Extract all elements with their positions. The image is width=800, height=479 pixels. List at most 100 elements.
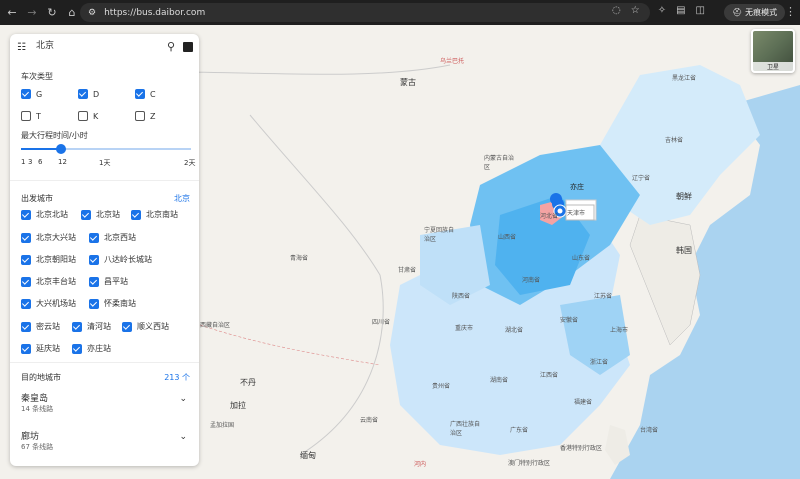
station-checkbox[interactable]: 顺义西站 bbox=[122, 321, 169, 332]
incognito-icon: ⛑ bbox=[732, 8, 743, 17]
chevron-down-icon[interactable]: ⌄ bbox=[179, 432, 187, 442]
station-checkbox[interactable]: 清河站 bbox=[72, 321, 111, 332]
eye-off-icon[interactable]: ◌ bbox=[612, 5, 621, 16]
search-icon[interactable]: ⚲ bbox=[167, 40, 175, 53]
station-label: 北京大兴站 bbox=[36, 233, 76, 242]
map-label: 四川省 bbox=[372, 319, 391, 326]
station-label: 北京站 bbox=[96, 210, 120, 219]
site-info-icon[interactable]: ⚙ bbox=[88, 8, 96, 18]
tick: 3 bbox=[28, 158, 33, 166]
station-label: 北京西站 bbox=[104, 233, 136, 242]
station-checkbox[interactable]: 亦庄站 bbox=[72, 343, 111, 354]
map-label: 江苏省 bbox=[594, 293, 613, 300]
station-label: 亦庄站 bbox=[87, 344, 111, 353]
train-type-title: 车次类型 bbox=[21, 72, 53, 81]
station-checkbox[interactable]: 怀柔南站 bbox=[89, 298, 136, 309]
station-checkbox[interactable]: 北京丰台站 bbox=[21, 276, 76, 287]
station-checkbox[interactable]: 大兴机场站 bbox=[21, 298, 76, 309]
popup-label[interactable]: 亦庄 bbox=[570, 182, 584, 192]
checkbox-z[interactable]: Z bbox=[135, 111, 155, 121]
star-icon[interactable]: ☆ bbox=[631, 5, 640, 16]
menu-icon[interactable]: ⋮ bbox=[785, 5, 796, 18]
station-label: 昌平站 bbox=[104, 277, 128, 286]
station-checkbox[interactable]: 北京西站 bbox=[89, 232, 136, 243]
checkbox-checked-icon bbox=[81, 209, 91, 220]
map-label: 河北省 bbox=[540, 213, 559, 220]
dice-icon[interactable] bbox=[183, 42, 193, 52]
forward-icon[interactable]: → bbox=[24, 6, 40, 19]
checkbox-t[interactable]: T bbox=[21, 111, 41, 121]
station-checkbox[interactable]: 北京南站 bbox=[131, 209, 178, 220]
checkbox-k[interactable]: K bbox=[78, 111, 98, 121]
map-label: 缅甸 bbox=[300, 451, 316, 460]
map-label: 福建省 bbox=[574, 399, 593, 406]
station-label: 北京北站 bbox=[36, 210, 68, 219]
map-label: 河南省 bbox=[522, 277, 541, 284]
reading-list-icon[interactable]: ▤ bbox=[676, 5, 685, 16]
address-bar[interactable]: ⚙ https://bus.daibor.com bbox=[80, 3, 650, 22]
map-label: 湖南省 bbox=[490, 377, 509, 384]
map-label: 河内 bbox=[414, 461, 427, 468]
departure-city-link[interactable]: 北京 bbox=[174, 193, 190, 204]
station-label: 八达岭长城站 bbox=[104, 255, 152, 264]
checkbox-checked-icon bbox=[89, 232, 99, 243]
checkbox-checked-icon bbox=[21, 343, 31, 354]
map-label: 云南省 bbox=[360, 417, 379, 424]
checkbox-g[interactable]: G bbox=[21, 89, 42, 99]
tick: 1天 bbox=[99, 159, 111, 167]
back-icon[interactable]: ← bbox=[4, 6, 20, 19]
map-label: 山西省 bbox=[498, 234, 517, 241]
url-text: https://bus.daibor.com bbox=[104, 7, 206, 18]
map-label: 广西壮族自治区 bbox=[450, 421, 481, 437]
checkbox-d[interactable]: D bbox=[78, 89, 99, 99]
checkbox-checked-icon bbox=[131, 209, 141, 220]
destination-title: 目的地城市 bbox=[21, 373, 61, 382]
satellite-toggle[interactable]: 卫星 bbox=[751, 29, 795, 73]
map-label: 浙江省 bbox=[590, 359, 609, 366]
map-label: 天津市 bbox=[567, 210, 586, 217]
map-label: 加拉 bbox=[230, 401, 246, 410]
time-slider[interactable] bbox=[21, 144, 191, 154]
station-checkbox[interactable]: 八达岭长城站 bbox=[89, 254, 152, 265]
slider-handle[interactable] bbox=[56, 144, 66, 154]
destination-name: 廊坊 bbox=[21, 432, 40, 442]
station-label: 北京南站 bbox=[146, 210, 178, 219]
checkbox-checked-icon bbox=[89, 254, 99, 265]
map-label: 黑龙江省 bbox=[672, 75, 697, 82]
station-checkbox[interactable]: 北京朝阳站 bbox=[21, 254, 76, 265]
station-checkbox[interactable]: 昌平站 bbox=[89, 276, 128, 287]
side-panel-icon[interactable]: ◫ bbox=[696, 5, 705, 16]
checkbox-checked-icon bbox=[21, 298, 31, 309]
station-label: 大兴机场站 bbox=[36, 299, 76, 308]
checkbox-checked-icon bbox=[21, 254, 31, 265]
reload-icon[interactable]: ↻ bbox=[44, 6, 60, 19]
map-label: 重庆市 bbox=[455, 325, 474, 332]
map-label: 广东省 bbox=[510, 427, 529, 434]
station-checkbox[interactable]: 密云站 bbox=[21, 321, 60, 332]
station-label: 延庆站 bbox=[36, 344, 60, 353]
station-checkbox[interactable]: 北京北站 bbox=[21, 209, 68, 220]
station-label: 密云站 bbox=[36, 322, 60, 331]
checkbox-checked-icon bbox=[21, 209, 31, 220]
home-icon[interactable]: ⌂ bbox=[64, 6, 80, 19]
station-label: 清河站 bbox=[87, 322, 111, 331]
extensions-icon[interactable]: ✧ bbox=[658, 5, 666, 16]
search-input[interactable] bbox=[36, 39, 156, 49]
chevron-down-icon[interactable]: ⌄ bbox=[179, 394, 187, 404]
destination-count: 213 个 bbox=[164, 373, 190, 382]
checkbox-checked-icon bbox=[89, 298, 99, 309]
map-label: 贵州省 bbox=[432, 383, 451, 390]
station-label: 怀柔南站 bbox=[104, 299, 136, 308]
map-label: 辽宁省 bbox=[632, 175, 651, 182]
filter-icon[interactable]: ☷ bbox=[17, 42, 26, 53]
tick: 6 bbox=[38, 158, 43, 166]
map-label: 不丹 bbox=[240, 378, 256, 387]
station-checkbox[interactable]: 延庆站 bbox=[21, 343, 60, 354]
station-checkbox[interactable]: 北京大兴站 bbox=[21, 232, 76, 243]
map-label: 蒙古 bbox=[400, 78, 416, 87]
map-label: 香港特别行政区 bbox=[560, 445, 603, 452]
station-checkbox[interactable]: 北京站 bbox=[81, 209, 120, 220]
checkbox-c[interactable]: C bbox=[135, 89, 156, 99]
incognito-badge[interactable]: ⛑ 无痕模式 bbox=[724, 4, 786, 21]
route-count: 14 条线路 bbox=[21, 405, 54, 413]
